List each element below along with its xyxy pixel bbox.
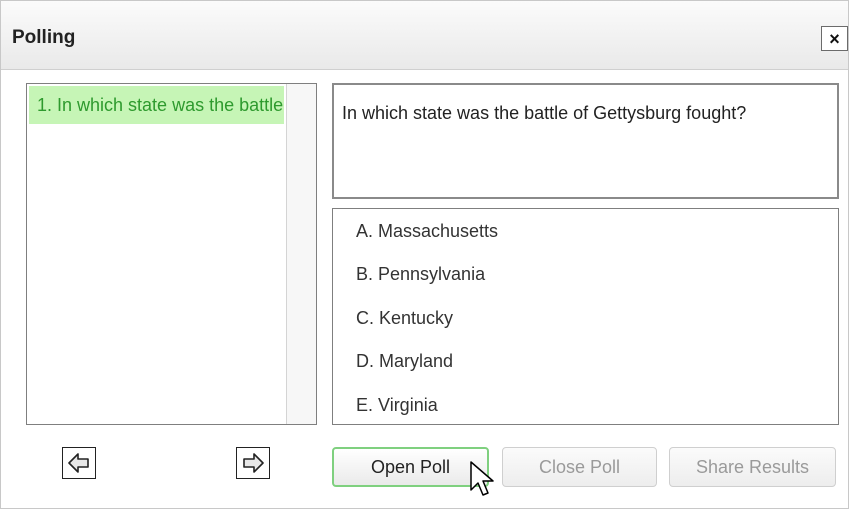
next-question-button[interactable] xyxy=(236,447,270,479)
answers-list: A. Massachusetts B. Pennsylvania C. Kent… xyxy=(332,208,839,425)
dialog-title: Polling xyxy=(12,27,76,48)
share-results-button[interactable]: Share Results xyxy=(669,447,836,487)
answer-option-c[interactable]: C. Kentucky xyxy=(356,308,453,329)
question-text-box[interactable]: In which state was the battle of Gettysb… xyxy=(332,83,839,199)
answer-option-d[interactable]: D. Maryland xyxy=(356,351,453,372)
close-icon: × xyxy=(829,28,840,49)
answer-option-a[interactable]: A. Massachusetts xyxy=(356,221,498,242)
arrow-right-icon xyxy=(243,453,264,473)
arrow-left-icon xyxy=(68,453,89,473)
question-list[interactable]: 1. In which state was the battle of Gett… xyxy=(26,83,317,425)
polling-dialog: Polling × 1. In which state was the batt… xyxy=(0,0,849,509)
open-poll-button[interactable]: Open Poll xyxy=(332,447,489,487)
answer-option-b[interactable]: B. Pennsylvania xyxy=(356,264,485,285)
title-bar: Polling × xyxy=(1,1,848,70)
answer-option-e[interactable]: E. Virginia xyxy=(356,395,438,416)
mouse-pointer-icon xyxy=(470,461,494,496)
close-button[interactable]: × xyxy=(821,26,848,51)
close-poll-button[interactable]: Close Poll xyxy=(502,447,657,487)
question-list-item[interactable]: 1. In which state was the battle of Gett… xyxy=(29,86,284,124)
question-list-scrollbar[interactable] xyxy=(286,84,316,424)
previous-question-button[interactable] xyxy=(62,447,96,479)
